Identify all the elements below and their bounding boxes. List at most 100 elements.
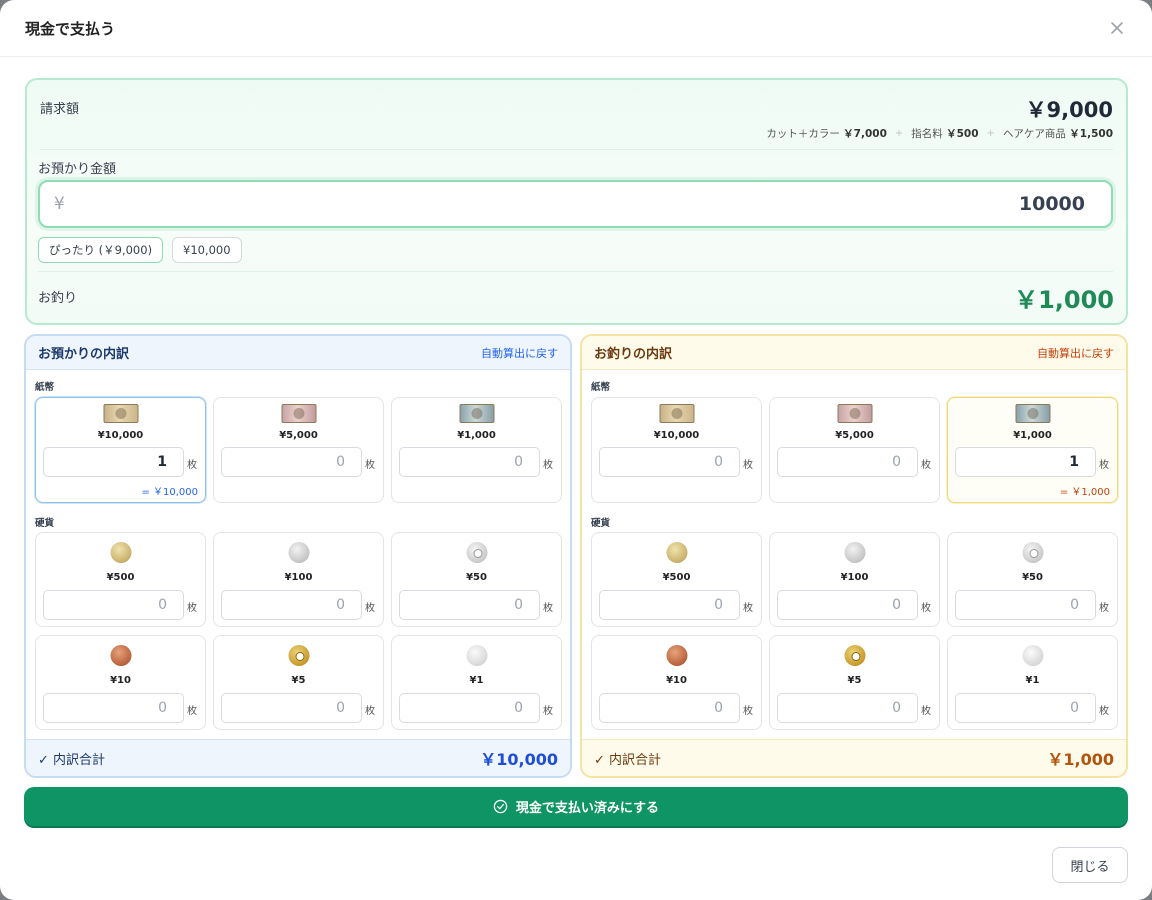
- denom-10: ¥10 0 枚: [591, 635, 762, 730]
- breakdown-total-row: ✓ 内訳合計 ￥10,000: [26, 739, 570, 776]
- bill-1000-icon: [1015, 404, 1050, 423]
- tendered-value: 10000: [1018, 193, 1085, 215]
- bill-5000-icon: [837, 404, 872, 423]
- panel-header: お釣りの内訳 自動算出に戻す: [582, 336, 1126, 370]
- coin-1-icon: [1022, 645, 1043, 666]
- change-breakdown-panel: お釣りの内訳 自動算出に戻す 紙幣 ¥10,000 0 枚 ¥5,000 0 枚…: [580, 334, 1128, 778]
- coin-50-icon: [1022, 542, 1043, 563]
- bill-item: 指名料 ￥500: [911, 128, 979, 140]
- bill-5000-icon: [281, 404, 316, 423]
- denom-1: ¥1 0 枚: [947, 635, 1118, 730]
- denom-label: ¥10: [110, 675, 131, 686]
- coin-100-icon: [844, 542, 865, 563]
- denom-label: ¥100: [840, 572, 869, 583]
- coins-section-label: 硬貨: [35, 518, 55, 529]
- denom-label: ¥1,000: [1013, 430, 1052, 441]
- exact-amount-button[interactable]: ぴったり (￥9,000): [38, 237, 164, 263]
- denom-subtotal: = ￥10,000: [141, 487, 198, 498]
- quantity-input[interactable]: 1: [43, 447, 184, 477]
- denom-label: ¥50: [1022, 572, 1043, 583]
- quantity-input[interactable]: 0: [399, 590, 540, 620]
- denom-label: ¥5,000: [279, 430, 318, 441]
- coin-10-icon: [110, 645, 131, 666]
- quantity-input[interactable]: 0: [777, 693, 918, 723]
- panel-header: お預かりの内訳 自動算出に戻す: [26, 336, 570, 370]
- denom-label: ¥10,000: [653, 430, 700, 441]
- quantity-input[interactable]: 0: [599, 447, 740, 477]
- denom-5: ¥5 0 枚: [769, 635, 940, 730]
- denom-10: ¥10 0 枚: [35, 635, 206, 730]
- quick-10000-button[interactable]: ¥10,000: [172, 237, 242, 263]
- unit-label: 枚: [365, 706, 375, 717]
- unit-label: 枚: [187, 706, 197, 717]
- denom-label: ¥500: [106, 572, 135, 583]
- tendered-label: お預かり金額: [38, 162, 117, 177]
- denom-label: ¥500: [662, 572, 691, 583]
- unit-label: 枚: [921, 603, 931, 614]
- denom-label: ¥5: [291, 675, 306, 686]
- dialog-title: 現金で支払う: [25, 19, 116, 38]
- quantity-input[interactable]: 0: [43, 693, 184, 723]
- quantity-input[interactable]: 0: [777, 590, 918, 620]
- reset-auto-button[interactable]: 自動算出に戻す: [481, 345, 558, 361]
- quantity-input[interactable]: 0: [599, 590, 740, 620]
- divider: [38, 271, 1113, 272]
- quantity-input[interactable]: 0: [955, 693, 1096, 723]
- coin-500-icon: [110, 542, 131, 563]
- quantity-input[interactable]: 1: [955, 447, 1096, 477]
- unit-label: 枚: [921, 706, 931, 717]
- bill-row: 請求額 ￥9,000 カット＋カラー ￥7,000 + 指名料 ￥500 + ヘ…: [40, 80, 1113, 150]
- denom-100: ¥100 0 枚: [769, 532, 940, 627]
- breakdown-total: ￥10,000: [480, 750, 558, 769]
- bills-section-label: 紙幣: [591, 382, 611, 393]
- plus-icon: +: [986, 128, 995, 139]
- close-button[interactable]: 閉じる: [1052, 847, 1128, 883]
- check-icon: ✓: [594, 752, 605, 768]
- unit-label: 枚: [743, 706, 753, 717]
- bill-label: 請求額: [40, 102, 80, 117]
- change-label: お釣り: [38, 291, 78, 306]
- quantity-input[interactable]: 0: [777, 447, 918, 477]
- cash-payment-dialog: 現金で支払う 請求額 ￥9,000 カット＋カラー ￥7,000 + 指名料 ￥…: [0, 0, 1152, 900]
- mark-paid-label: 現金で支払い済みにする: [515, 801, 660, 816]
- bill-10000-icon: [103, 404, 138, 423]
- unit-label: 枚: [1099, 603, 1109, 614]
- denom-label: ¥10,000: [97, 430, 144, 441]
- tendered-breakdown-panel: お預かりの内訳 自動算出に戻す 紙幣 ¥10,000 1 枚 = ￥10,000…: [24, 334, 572, 778]
- bill-amount: ￥9,000: [1025, 98, 1113, 122]
- denom-10000: ¥10,000 0 枚: [591, 397, 762, 503]
- denom-5: ¥5 0 枚: [213, 635, 384, 730]
- bill-10000-icon: [659, 404, 694, 423]
- breakdown-total: ￥1,000: [1047, 750, 1114, 769]
- bill-item: カット＋カラー ￥7,000: [766, 128, 887, 140]
- change-amount: ￥1,000: [1014, 286, 1114, 314]
- close-icon[interactable]: [1107, 18, 1127, 38]
- quantity-input[interactable]: 0: [955, 590, 1096, 620]
- denom-label: ¥5,000: [835, 430, 874, 441]
- tendered-amount-input[interactable]: ¥ 10000: [38, 180, 1113, 228]
- denom-label: ¥1,000: [457, 430, 496, 441]
- quantity-input[interactable]: 0: [399, 447, 540, 477]
- quantity-input[interactable]: 0: [43, 590, 184, 620]
- denom-5000: ¥5,000 0 枚: [213, 397, 384, 503]
- quantity-input[interactable]: 0: [221, 447, 362, 477]
- denom-label: ¥1: [1025, 675, 1040, 686]
- reset-auto-button[interactable]: 自動算出に戻す: [1037, 345, 1114, 361]
- quantity-input[interactable]: 0: [599, 693, 740, 723]
- bill-item: ヘアケア商品 ￥1,500: [1002, 128, 1113, 140]
- denom-1: ¥1 0 枚: [391, 635, 562, 730]
- unit-label: 枚: [187, 460, 197, 471]
- coin-10-icon: [666, 645, 687, 666]
- coin-50-icon: [466, 542, 487, 563]
- total-label: ✓ 内訳合計: [594, 752, 662, 768]
- denom-100: ¥100 0 枚: [213, 532, 384, 627]
- quantity-input[interactable]: 0: [221, 693, 362, 723]
- bill-items: カット＋カラー ￥7,000 + 指名料 ￥500 + ヘアケア商品 ￥1,50…: [766, 126, 1113, 141]
- unit-label: 枚: [921, 460, 931, 471]
- unit-label: 枚: [543, 603, 553, 614]
- quantity-input[interactable]: 0: [221, 590, 362, 620]
- denom-label: ¥10: [666, 675, 687, 686]
- bills-section-label: 紙幣: [35, 382, 55, 393]
- quantity-input[interactable]: 0: [399, 693, 540, 723]
- mark-paid-button[interactable]: 現金で支払い済みにする: [24, 787, 1128, 826]
